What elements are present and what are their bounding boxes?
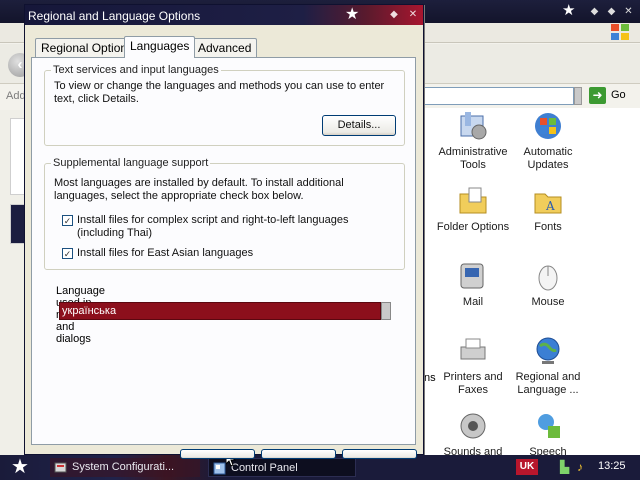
mouse-icon [538,265,558,291]
tab-languages[interactable]: Languages [124,36,196,58]
speech-icon [538,414,560,438]
complex-script-label: Install files for complex script and rig… [77,214,349,239]
cp-item-partial-label: ns [424,372,436,384]
cp-item-regional-and-language[interactable]: Regional and Language ... [508,335,588,397]
sounds-icon [460,413,486,439]
languages-tab-panel: Text services and input languages To vie… [31,57,416,445]
star-icon: ★ [562,2,576,19]
tab-label: Languages [130,39,190,53]
cp-item-label: Mouse [531,296,565,308]
text-services-legend: Text services and input languages [51,64,221,76]
cp-item-label: Automatic Updates [523,146,573,171]
text-services-group: Text services and input languages To vie… [44,64,405,146]
task-label: Control Panel [231,462,298,474]
details-button[interactable]: Details... [322,115,396,136]
svg-text:A: A [545,199,555,213]
go-button[interactable]: ➜ Go [587,86,635,106]
go-arrow-icon: ➜ [589,87,606,104]
tab-advanced[interactable]: Advanced [192,38,258,57]
minimize-icon[interactable]: ◆ [588,5,601,18]
go-label: Go [611,89,626,101]
mail-icon [460,263,484,289]
dialog-titlebar[interactable]: Regional and Language Options ★ ◆ ✕ [25,5,423,25]
tab-label: Regional Options [41,41,134,55]
cp-item-folder-options[interactable]: Folder Options [433,185,513,234]
cp-item-administrative-tools[interactable]: Administrative Tools [433,110,513,172]
menu-language-select[interactable]: українська [59,302,381,320]
address-bar[interactable] [424,87,574,105]
dialog-title: Regional and Language Options [28,9,201,23]
cp-item-label: Folder Options [436,221,510,233]
help-icon[interactable]: ◆ [388,8,400,21]
language-indicator[interactable]: UK [516,459,538,475]
task-label: System Configurati... [72,461,175,473]
east-asian-checkbox[interactable]: ✓ [62,248,73,259]
cp-item-sounds[interactable]: Sounds and [433,410,513,459]
close-icon[interactable]: ✕ [407,8,419,21]
east-asian-label: Install files for East Asian languages [77,247,254,259]
apply-button[interactable] [342,449,417,459]
cp-item-label: Printers and Faxes [443,371,503,396]
close-icon[interactable]: ✕ [622,5,635,18]
menu-language-value: українська [62,305,117,317]
complex-script-checkbox[interactable]: ✓ [62,215,73,226]
cp-item-label: Regional and Language ... [515,371,581,396]
maximize-icon[interactable]: ◆ [605,5,618,18]
cancel-button[interactable] [261,449,336,459]
regional-icon [536,337,560,364]
supplemental-legend: Supplemental language support [51,157,211,169]
admin-tools-icon [460,112,487,140]
cp-item-automatic-updates[interactable]: Automatic Updates [508,110,588,172]
printers-icon [460,338,486,360]
system-config-icon [54,462,67,473]
fonts-icon: A [534,193,562,214]
volume-icon[interactable]: ♪ [577,460,591,474]
text-services-description: To view or change the languages and meth… [54,80,385,105]
ok-button[interactable] [180,449,255,459]
folder-options-icon [459,187,487,214]
automatic-updates-icon [535,113,561,139]
cp-item-speech[interactable]: Speech [508,410,588,459]
control-panel-icon [213,462,226,475]
menu-language-dropdown-button[interactable] [381,302,391,320]
start-button[interactable]: ★ [3,456,37,478]
cp-item-label: Mail [462,296,484,308]
regional-language-dialog: Regional and Language Options ★ ◆ ✕ Regi… [24,4,424,459]
clock: 13:25 [598,460,626,472]
windows-logo-icon [611,24,630,41]
star-icon: ★ [345,6,360,23]
task-system-configuration[interactable]: System Configurati... [50,458,200,477]
cp-item-label: Fonts [534,221,562,233]
cp-item-printers-and-faxes[interactable]: Printers and Faxes [433,335,513,397]
cp-item-mouse[interactable]: Mouse [508,260,588,309]
task-pane [0,110,26,455]
cp-item-mail[interactable]: Mail [433,260,513,309]
supplemental-description: Most languages are installed by default.… [54,177,344,202]
address-dropdown-button[interactable] [574,87,582,105]
cp-item-fonts[interactable]: A Fonts [508,185,588,234]
cp-item-label: Administrative Tools [438,146,508,171]
address-label: Add [6,90,26,102]
tab-label: Advanced [198,41,252,55]
network-icon[interactable]: ▙ [560,460,574,474]
details-button-label: Details... [337,119,381,131]
supplemental-language-group: Supplemental language support Most langu… [44,157,405,270]
